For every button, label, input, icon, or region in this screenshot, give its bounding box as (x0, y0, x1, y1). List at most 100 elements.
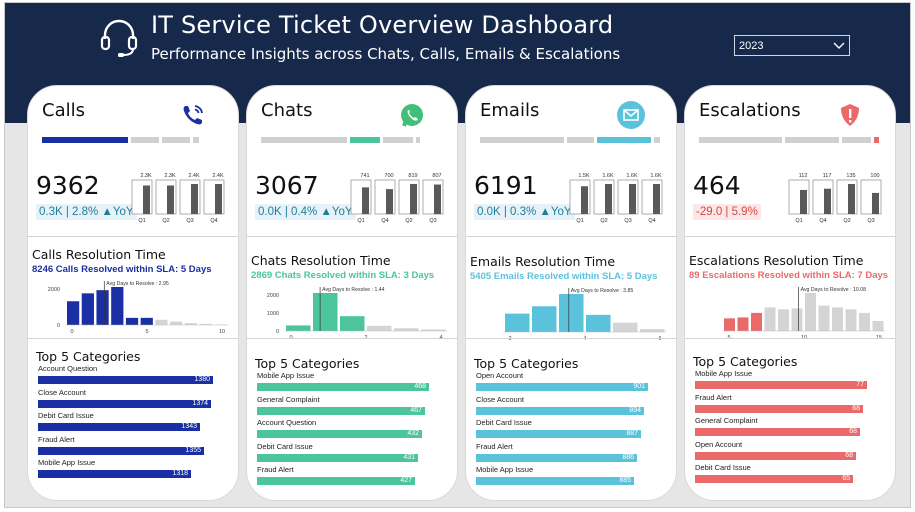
category-row[interactable]: Account Question 432 (257, 418, 447, 440)
dashboard-title: IT Service Ticket Overview Dashboard (151, 11, 614, 39)
histogram-bar[interactable] (313, 293, 338, 331)
category-row[interactable]: Fraud Alert 886 (476, 442, 666, 464)
quarter-value-label: 1.5K (578, 173, 590, 179)
quarter-value-label: 1.6K (626, 173, 638, 179)
category-label: Open Account (695, 439, 743, 449)
histogram-bar[interactable] (613, 322, 638, 332)
histogram-bar[interactable] (67, 301, 80, 325)
quarter-bar[interactable] (848, 184, 855, 214)
histogram-bar[interactable] (170, 321, 183, 325)
category-bar: 887 (476, 430, 641, 438)
histogram-bar[interactable] (394, 328, 419, 331)
category-row[interactable]: Fraud Alert 427 (257, 465, 447, 487)
dashboard-frame: IT Service Ticket Overview Dashboard Per… (4, 2, 911, 508)
category-bar: 885 (476, 477, 634, 485)
histogram-bar[interactable] (805, 293, 816, 331)
histogram-bar[interactable] (751, 312, 762, 331)
histogram-bar[interactable] (111, 287, 124, 325)
category-bar: 1374 (38, 399, 211, 408)
category-row[interactable]: Mobile App Issue 468 (257, 371, 447, 393)
category-value: 1380 (194, 376, 210, 383)
quarter-axis-label: Q1 (357, 218, 364, 224)
histogram-bar[interactable] (845, 309, 857, 331)
total-count: 464 (693, 171, 741, 200)
segment-2 (162, 137, 190, 143)
histogram-bar[interactable] (859, 312, 870, 331)
quarter-bar[interactable] (215, 184, 222, 214)
category-row[interactable]: Mobile App Issue 1318 (38, 458, 228, 480)
category-row[interactable]: Close Account 1374 (38, 388, 228, 410)
category-value: 467 (410, 406, 422, 414)
segment-3 (874, 137, 879, 143)
quarter-bar[interactable] (653, 184, 660, 214)
card-title: Emails (480, 100, 540, 121)
category-row[interactable]: Mobile App Issue 77 (695, 369, 885, 391)
envelope-icon (617, 101, 645, 129)
histogram-bar[interactable] (155, 319, 168, 325)
quarter-bar[interactable] (362, 187, 369, 214)
channel-segment-bar (42, 137, 222, 143)
histogram-bar[interactable] (340, 316, 365, 331)
segment-2 (596, 137, 652, 143)
quarter-bar[interactable] (434, 184, 441, 214)
category-row[interactable]: General Complaint 467 (257, 395, 447, 417)
quarter-bar[interactable] (872, 192, 879, 214)
yoy-delta: 0.0K | 0.4% ▲YoY (255, 204, 356, 220)
quarter-bar[interactable] (824, 188, 831, 214)
quarter-bar[interactable] (410, 184, 417, 214)
histogram-bar[interactable] (737, 317, 749, 331)
histogram-bar[interactable] (505, 313, 530, 332)
histogram-bar[interactable] (367, 325, 392, 331)
histogram-bar[interactable] (818, 305, 830, 331)
quarterly-bars: 112 Q1 117 Q4 135 Q2 100 Q3 (788, 173, 882, 224)
quarter-bar[interactable] (143, 185, 150, 214)
chevron-down-icon (833, 42, 845, 49)
histogram-bar[interactable] (791, 308, 803, 331)
histogram-bar[interactable] (872, 321, 884, 331)
histogram-bar[interactable] (96, 290, 109, 325)
quarter-bar[interactable] (386, 189, 393, 214)
category-row[interactable]: Mobile App Issue 885 (476, 465, 666, 487)
category-label: Mobile App Issue (257, 371, 315, 380)
category-row[interactable]: Debit Card Issue 887 (476, 418, 666, 440)
category-row[interactable]: Fraud Alert 1355 (38, 435, 228, 457)
quarter-axis-label: Q2 (162, 218, 169, 224)
histogram-bar[interactable] (125, 317, 139, 325)
histogram-bar[interactable] (586, 314, 611, 332)
histogram-bar[interactable] (140, 317, 153, 325)
histogram-bar[interactable] (81, 293, 94, 325)
category-row[interactable]: Fraud Alert 68 (695, 393, 885, 415)
category-row[interactable]: Close Account 894 (476, 395, 666, 417)
quarter-bar[interactable] (191, 184, 198, 214)
category-bar: 886 (476, 453, 637, 462)
category-row[interactable]: Debit Card Issue 431 (257, 442, 447, 464)
dashboard-subtitle: Performance Insights across Chats, Calls… (151, 45, 621, 63)
year-filter-dropdown[interactable]: 2023 (734, 35, 850, 56)
category-label: General Complaint (695, 416, 758, 425)
quarter-bar[interactable] (800, 189, 807, 214)
quarter-bar[interactable] (581, 186, 588, 214)
category-label: Mobile App Issue (38, 458, 96, 467)
histogram-bar[interactable] (532, 306, 557, 332)
quarter-bar[interactable] (167, 185, 174, 214)
segment-0 (480, 137, 564, 143)
category-row[interactable]: Debit Card Issue 65 (695, 463, 885, 485)
category-row[interactable]: General Complaint 68 (695, 416, 885, 438)
histogram-bar[interactable] (832, 307, 843, 331)
category-row[interactable]: Open Account 68 (695, 440, 885, 462)
category-row[interactable]: Account Question 1380 (38, 364, 228, 386)
histogram-bar[interactable] (640, 329, 665, 332)
histogram-bar[interactable] (286, 325, 311, 331)
category-row[interactable]: Debit Card Issue 1343 (38, 411, 228, 433)
quarter-bar[interactable] (605, 184, 612, 214)
category-value: 1355 (185, 446, 201, 454)
resolution-histogram: Avg Days to Resolve : 2.95 2000 0 0 5 10 (48, 281, 228, 335)
category-row[interactable]: Open Account 901 (476, 371, 666, 393)
quarter-bar[interactable] (629, 184, 636, 214)
histogram-bar[interactable] (778, 309, 789, 331)
histogram-bar[interactable] (764, 307, 776, 331)
histogram-bar[interactable] (559, 294, 584, 332)
histogram-bar[interactable] (724, 318, 735, 331)
quarter-value-label: 2.4K (188, 173, 200, 179)
category-value: 1343 (181, 423, 197, 430)
